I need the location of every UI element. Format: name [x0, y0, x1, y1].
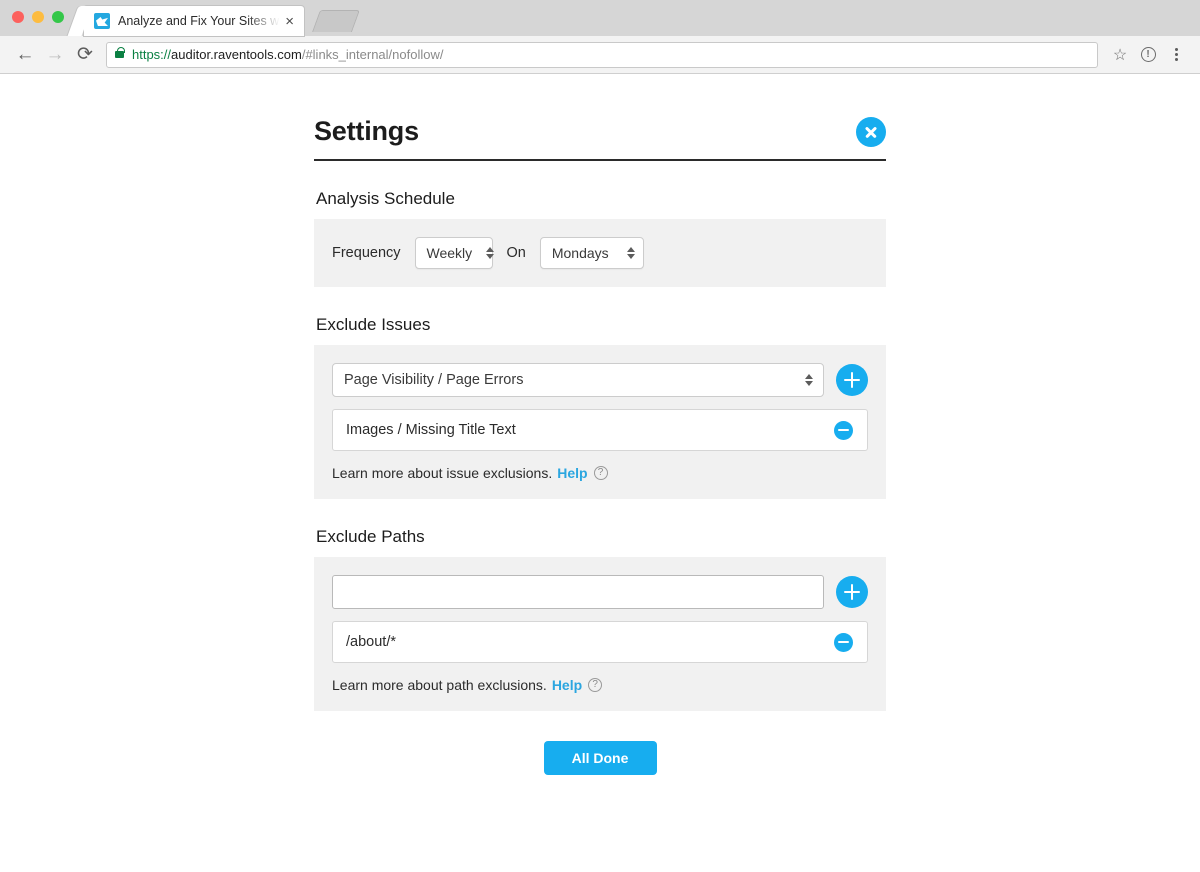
- browser-toolbar: ← → ⟳ https://auditor.raventools.com/#li…: [0, 36, 1200, 74]
- frequency-select[interactable]: Weekly: [414, 237, 495, 269]
- bookmark-star-icon[interactable]: ☆: [1106, 41, 1134, 69]
- issue-select[interactable]: Page Visibility / Page Errors: [332, 363, 824, 397]
- raven-logo-icon: [94, 13, 110, 29]
- url-scheme: https://: [132, 47, 172, 62]
- exclude-paths-panel: /about/* Learn more about path exclusion…: [314, 557, 886, 711]
- issue-help-link[interactable]: Help: [557, 465, 587, 481]
- url-path: /#links_internal/nofollow/: [301, 47, 444, 62]
- window-controls: [12, 11, 64, 23]
- close-settings-button[interactable]: [856, 116, 886, 147]
- path-exclusion-label: /about/*: [346, 634, 396, 650]
- chevron-updown-icon: [472, 247, 495, 259]
- path-input[interactable]: [332, 575, 824, 609]
- schedule-row: Frequency Weekly On Mondays: [332, 237, 868, 269]
- question-mark-icon[interactable]: ?: [593, 466, 608, 480]
- list-item: Images / Missing Title Text: [332, 409, 868, 451]
- browser-chrome: Analyze and Fix Your Sites with × ← → ⟳ …: [0, 0, 1200, 74]
- day-select[interactable]: Mondays: [539, 237, 644, 269]
- tab-strip: Analyze and Fix Your Sites with ×: [0, 0, 1200, 36]
- secure-lock-icon: [115, 47, 125, 58]
- chevron-updown-icon: [613, 247, 635, 259]
- url-host: auditor.raventools.com: [171, 47, 302, 62]
- frequency-label: Frequency: [332, 245, 401, 261]
- issue-exclusion-label: Images / Missing Title Text: [346, 422, 516, 438]
- issue-select-value: Page Visibility / Page Errors: [344, 372, 524, 388]
- frequency-value: Weekly: [426, 245, 473, 261]
- add-issue-exclusion-button[interactable]: [836, 364, 868, 396]
- footer-actions: All Done: [314, 741, 886, 775]
- address-bar[interactable]: https://auditor.raventools.com/#links_in…: [106, 41, 1098, 68]
- tab-title: Analyze and Fix Your Sites with: [118, 14, 284, 28]
- close-tab-icon[interactable]: ×: [283, 14, 296, 29]
- path-help-link[interactable]: Help: [552, 677, 582, 693]
- on-label: On: [506, 245, 526, 261]
- exclude-issues-label: Exclude Issues: [316, 315, 431, 334]
- info-circle-icon[interactable]: !: [1134, 41, 1162, 69]
- new-tab-button[interactable]: [311, 10, 361, 32]
- chevron-updown-icon: [791, 374, 813, 386]
- day-value: Mondays: [551, 245, 609, 261]
- question-mark-icon[interactable]: ?: [588, 678, 603, 692]
- list-item: /about/*: [332, 621, 868, 663]
- settings-header: Settings: [314, 116, 886, 161]
- page-content: Settings Analysis Schedule Frequency Wee…: [0, 74, 1200, 871]
- exclude-issues-panel: Page Visibility / Page Errors Images / M…: [314, 345, 886, 499]
- exclude-paths-label: Exclude Paths: [316, 527, 425, 546]
- path-add-row: [332, 575, 868, 609]
- analysis-schedule-panel: Frequency Weekly On Mondays: [314, 219, 886, 287]
- path-exclusions-help: Learn more about path exclusions. Help ?: [332, 677, 868, 693]
- forward-button[interactable]: →: [40, 40, 70, 70]
- kebab-icon: [1174, 48, 1178, 61]
- all-done-button[interactable]: All Done: [543, 741, 657, 775]
- reload-button[interactable]: ⟳: [70, 40, 100, 70]
- close-window-button[interactable]: [12, 11, 24, 23]
- maximize-window-button[interactable]: [52, 11, 64, 23]
- add-path-exclusion-button[interactable]: [836, 576, 868, 608]
- issue-exclusions-help: Learn more about issue exclusions. Help …: [332, 465, 868, 481]
- remove-path-exclusion-button[interactable]: [834, 632, 853, 652]
- browser-menu-icon[interactable]: [1162, 41, 1190, 69]
- browser-tab[interactable]: Analyze and Fix Your Sites with ×: [84, 6, 304, 36]
- page-title: Settings: [314, 116, 419, 146]
- path-learn-more-text: Learn more about path exclusions.: [332, 677, 547, 693]
- minimize-window-button[interactable]: [32, 11, 44, 23]
- settings-panel: Settings Analysis Schedule Frequency Wee…: [314, 74, 886, 775]
- issue-learn-more-text: Learn more about issue exclusions.: [332, 465, 553, 481]
- analysis-schedule-label: Analysis Schedule: [316, 189, 455, 208]
- issue-add-row: Page Visibility / Page Errors: [332, 363, 868, 397]
- remove-issue-exclusion-button[interactable]: [834, 420, 853, 440]
- back-button[interactable]: ←: [10, 40, 40, 70]
